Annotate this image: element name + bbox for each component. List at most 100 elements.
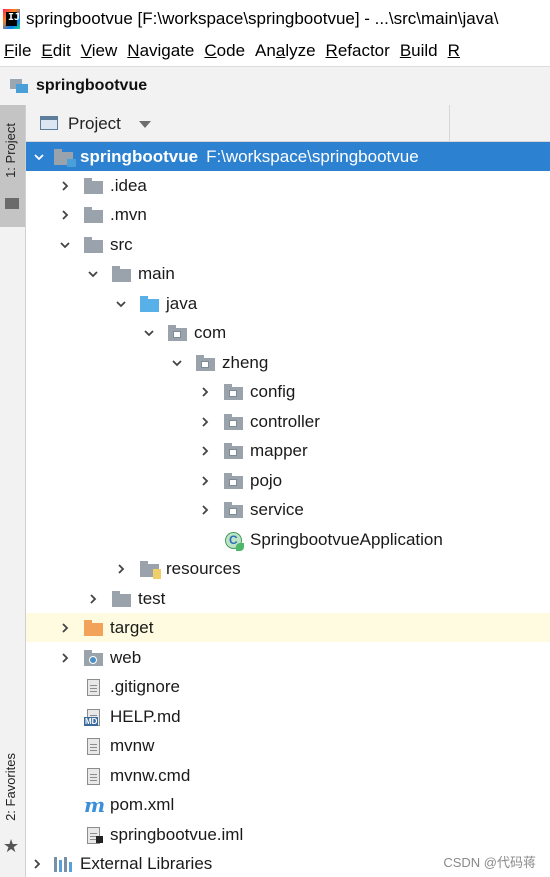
tree-node-mvnw[interactable]: mvnw xyxy=(26,731,550,760)
text-file-icon xyxy=(84,678,104,696)
tree-node-target[interactable]: target xyxy=(26,613,550,642)
project-module-icon xyxy=(10,79,28,93)
tree-node-root[interactable]: springbootvue F:\workspace\springbootvue xyxy=(26,142,550,171)
chevron-down-icon[interactable] xyxy=(30,148,48,166)
tool-tab-favorites[interactable]: 2: Favorites ★ xyxy=(0,745,25,875)
tree-node-src[interactable]: src xyxy=(26,230,550,259)
package-icon xyxy=(224,472,244,489)
text-file-icon xyxy=(84,767,104,785)
chevron-right-icon[interactable] xyxy=(196,442,214,460)
tree-node-label: springbootvue.iml xyxy=(110,824,244,844)
menu-file[interactable]: File xyxy=(4,41,31,61)
menu-refactor[interactable]: Refactor xyxy=(326,41,390,61)
navigation-bar: springbootvue xyxy=(0,66,550,106)
tree-node-label: mvnw.cmd xyxy=(110,765,191,785)
tree-node-mapper[interactable]: mapper xyxy=(26,436,550,465)
chevron-right-icon[interactable] xyxy=(196,472,214,490)
maven-icon: m xyxy=(84,792,106,817)
chevron-right-icon[interactable] xyxy=(56,619,74,637)
chevron-right-icon[interactable] xyxy=(196,383,214,401)
project-view-selector[interactable]: Project xyxy=(68,114,121,134)
menu-build[interactable]: Build xyxy=(400,41,438,61)
tree-node-zheng[interactable]: zheng xyxy=(26,348,550,377)
excluded-folder-icon xyxy=(84,619,104,636)
tree-node-label: mapper xyxy=(250,440,308,460)
tree-node-label: pojo xyxy=(250,470,283,490)
tree-node-label: mvnw xyxy=(110,735,155,755)
tree-node-mvnw-cmd[interactable]: mvnw.cmd xyxy=(26,761,550,790)
menu-run[interactable]: R xyxy=(448,41,460,61)
menu-analyze[interactable]: Analyze xyxy=(255,41,316,61)
window-title: springbootvue [F:\workspace\springbootvu… xyxy=(26,8,499,28)
folder-icon xyxy=(84,206,104,223)
tree-node-test[interactable]: test xyxy=(26,584,550,613)
tree-node-pom-xml[interactable]: m pom.xml xyxy=(26,790,550,819)
chevron-down-icon[interactable] xyxy=(139,121,151,128)
tree-node-springbootvue-application[interactable]: SpringbootvueApplication xyxy=(26,525,550,554)
tree-node-web[interactable]: web xyxy=(26,643,550,672)
tree-node-label: SpringbootvueApplication xyxy=(250,529,443,549)
chevron-right-icon[interactable] xyxy=(196,413,214,431)
tree-node-help-md[interactable]: MD HELP.md xyxy=(26,702,550,731)
tree-node-config[interactable]: config xyxy=(26,377,550,406)
chevron-right-icon[interactable] xyxy=(56,649,74,667)
chevron-right-icon[interactable] xyxy=(56,177,74,195)
project-view-icon xyxy=(40,116,58,130)
chevron-down-icon[interactable] xyxy=(112,295,130,313)
tree-node-label: com xyxy=(194,322,227,342)
tree-node-label: springbootvue xyxy=(80,146,199,166)
chevron-right-icon[interactable] xyxy=(196,501,214,519)
breadcrumb-project[interactable]: springbootvue xyxy=(36,77,147,95)
tree-node-label: test xyxy=(138,588,166,608)
tree-node-controller[interactable]: controller xyxy=(26,407,550,436)
tree-node-idea[interactable]: .idea xyxy=(26,171,550,200)
tool-tab-project[interactable]: 1: Project xyxy=(0,105,25,227)
folder-icon xyxy=(112,265,132,282)
tree-node-label: java xyxy=(166,293,198,313)
tree-node-label: External Libraries xyxy=(80,853,213,873)
menu-view[interactable]: View xyxy=(81,41,118,61)
chevron-down-icon[interactable] xyxy=(168,354,186,372)
tree-node-java[interactable]: java xyxy=(26,289,550,318)
menu-edit[interactable]: Edit xyxy=(41,41,70,61)
chevron-right-icon[interactable] xyxy=(112,560,130,578)
tree-node-iml[interactable]: springbootvue.iml xyxy=(26,820,550,849)
chevron-down-icon[interactable] xyxy=(140,324,158,342)
resources-folder-icon xyxy=(140,560,161,579)
tree-node-com[interactable]: com xyxy=(26,318,550,347)
tree-node-service[interactable]: service xyxy=(26,495,550,524)
menu-code[interactable]: Code xyxy=(204,41,245,61)
tree-node-main[interactable]: main xyxy=(26,259,550,288)
web-folder-icon xyxy=(84,649,104,666)
tree-node-label: src xyxy=(110,234,133,254)
chevron-right-icon[interactable] xyxy=(28,855,46,873)
toolbar-divider xyxy=(449,105,450,141)
tree-node-label: resources xyxy=(166,558,241,578)
module-file-icon xyxy=(84,826,104,844)
tree-node-resources[interactable]: resources xyxy=(26,554,550,583)
folder-icon xyxy=(84,236,104,253)
chevron-right-icon[interactable] xyxy=(56,206,74,224)
package-icon xyxy=(224,501,244,518)
chevron-down-icon[interactable] xyxy=(84,265,102,283)
tree-node-label: target xyxy=(110,617,154,637)
left-tool-strip: 1: Project 2: Favorites ★ xyxy=(0,105,26,877)
menu-navigate[interactable]: Navigate xyxy=(127,41,194,61)
tree-node-mvn[interactable]: .mvn xyxy=(26,200,550,229)
chevron-right-icon[interactable] xyxy=(84,590,102,608)
tree-node-label: .gitignore xyxy=(110,676,180,696)
package-icon xyxy=(168,324,188,341)
tree-node-pojo[interactable]: pojo xyxy=(26,466,550,495)
project-tool-window-header: Project xyxy=(26,105,550,142)
tree-node-gitignore[interactable]: .gitignore xyxy=(26,672,550,701)
tree-node-label: pom.xml xyxy=(110,794,175,814)
tree-node-path: F:\workspace\springbootvue xyxy=(206,146,419,166)
package-icon xyxy=(196,354,216,371)
chevron-down-icon[interactable] xyxy=(56,236,74,254)
package-icon xyxy=(224,413,244,430)
module-folder-icon xyxy=(54,148,76,167)
folder-icon xyxy=(5,198,19,209)
tree-node-label: HELP.md xyxy=(110,706,181,726)
tree-node-label: service xyxy=(250,499,304,519)
tree-node-label: .idea xyxy=(110,175,147,195)
